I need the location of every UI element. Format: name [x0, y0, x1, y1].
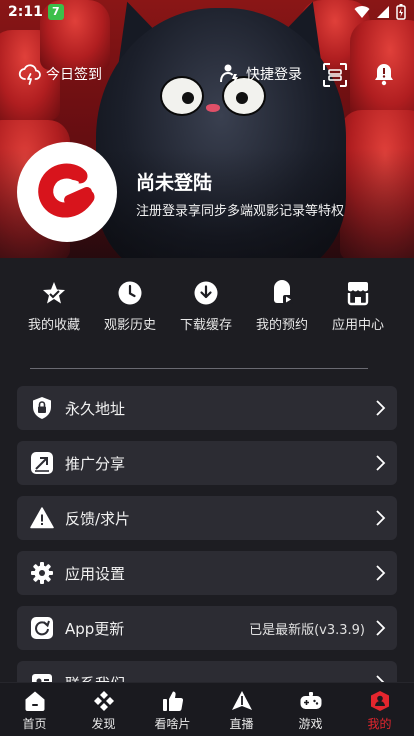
menu-item-label: 永久地址	[65, 399, 126, 418]
home-icon	[25, 691, 44, 711]
menu-item-feedback[interactable]: 反馈/求片	[17, 496, 397, 540]
share-icon	[29, 450, 55, 476]
menu-item-label: App更新	[65, 619, 125, 638]
battery-icon	[396, 4, 406, 20]
clock-icon	[118, 281, 142, 305]
quick-actions: 我的收藏 观影历史 下载缓存 我的预约 应用中心	[0, 280, 414, 350]
menu-item-label: 应用设置	[65, 564, 126, 583]
bottom-tab-bar: 首页 发现 看啥片 直播 游戏 我的	[0, 682, 414, 736]
menu-item-app-update[interactable]: App更新 已是最新版(v3.3.9)	[17, 606, 397, 650]
tab-what-to-watch[interactable]: 看啥片	[138, 683, 207, 736]
chevron-right-icon	[376, 455, 386, 471]
tab-home[interactable]: 首页	[0, 683, 69, 736]
checkin-label: 今日签到	[46, 67, 102, 83]
quick-login-label: 快捷登录	[246, 67, 302, 83]
scan-button[interactable]	[322, 62, 348, 88]
scan-icon	[323, 63, 347, 87]
status-icons	[354, 4, 406, 20]
notification-badge: 7	[47, 4, 64, 20]
bell-icon	[375, 64, 393, 86]
chevron-right-icon	[376, 400, 386, 416]
avatar[interactable]	[17, 142, 117, 242]
tab-mine[interactable]: 我的	[345, 683, 414, 736]
star-check-icon	[43, 282, 65, 304]
discover-icon	[93, 690, 114, 711]
gamepad-icon	[300, 691, 321, 709]
tab-label: 发现	[91, 716, 116, 731]
status-bar: 2:11 7	[0, 0, 414, 24]
tab-games[interactable]: 游戏	[276, 683, 345, 736]
gear-icon	[29, 560, 55, 586]
section-divider	[30, 368, 368, 369]
app-version-status: 已是最新版(v3.3.9)	[249, 622, 365, 638]
live-icon	[231, 690, 252, 710]
tab-label: 游戏	[298, 716, 323, 731]
wifi-icon	[354, 6, 370, 19]
shield-lock-icon	[29, 395, 55, 421]
app-store-icon	[347, 282, 369, 306]
menu-item-label: 反馈/求片	[65, 509, 131, 528]
notification-bell-button[interactable]	[372, 62, 396, 86]
quick-action-favorites[interactable]: 我的收藏	[16, 280, 92, 350]
cat-nose	[206, 104, 220, 112]
download-icon	[194, 281, 218, 305]
menu-item-label: 推广分享	[65, 454, 126, 473]
chevron-right-icon	[376, 620, 386, 636]
thumbs-up-icon	[162, 691, 183, 711]
settings-menu: 永久地址 推广分享 反馈/求片 应用设置 App更新 已是最新版(v3.3.9)	[17, 386, 397, 716]
warning-icon	[29, 505, 55, 531]
quick-action-reservations[interactable]: 我的预约	[244, 280, 320, 350]
username: 尚未登陆	[136, 172, 213, 194]
tab-discover[interactable]: 发现	[69, 683, 138, 736]
quick-login-icon	[220, 64, 238, 84]
quick-action-label: 我的预约	[255, 318, 308, 333]
profile-icon	[370, 690, 389, 711]
chevron-right-icon	[376, 565, 386, 581]
tab-label: 直播	[229, 716, 254, 731]
menu-item-app-settings[interactable]: 应用设置	[17, 551, 397, 595]
tab-label: 首页	[22, 716, 47, 731]
quick-action-downloads[interactable]: 下载缓存	[168, 280, 244, 350]
signal-icon	[377, 6, 389, 18]
top-bar: 今日签到 快捷登录	[0, 56, 414, 92]
quick-action-label: 观影历史	[103, 318, 156, 333]
menu-item-share[interactable]: 推广分享	[17, 441, 397, 485]
cloud-lightning-icon	[18, 64, 41, 85]
tab-label: 看啥片	[154, 716, 191, 731]
quick-login-button[interactable]: 快捷登录	[218, 62, 302, 86]
checkin-button[interactable]: 今日签到	[18, 62, 102, 86]
quick-action-history[interactable]: 观影历史	[92, 280, 168, 350]
user-profile[interactable]: 尚未登陆 注册登录享同步多端观影记录等特权	[17, 142, 397, 244]
update-icon	[29, 615, 55, 641]
menu-item-permanent-address[interactable]: 永久地址	[17, 386, 397, 430]
tab-label: 我的	[367, 716, 392, 731]
quick-action-app-center[interactable]: 应用中心	[320, 280, 396, 350]
quick-action-label: 我的收藏	[27, 318, 80, 333]
app-logo-icon	[38, 163, 95, 218]
profile-panel: 我的收藏 观影历史 下载缓存 我的预约 应用中心 永久地址 推广分享 反馈/求片…	[0, 258, 414, 705]
login-benefit-text: 注册登录享同步多端观影记录等特权	[136, 204, 345, 219]
chevron-right-icon	[376, 510, 386, 526]
quick-action-label: 应用中心	[331, 318, 384, 333]
reservation-icon	[274, 280, 293, 304]
status-time: 2:11	[8, 4, 43, 20]
quick-action-label: 下载缓存	[179, 318, 232, 333]
tab-live[interactable]: 直播	[207, 683, 276, 736]
